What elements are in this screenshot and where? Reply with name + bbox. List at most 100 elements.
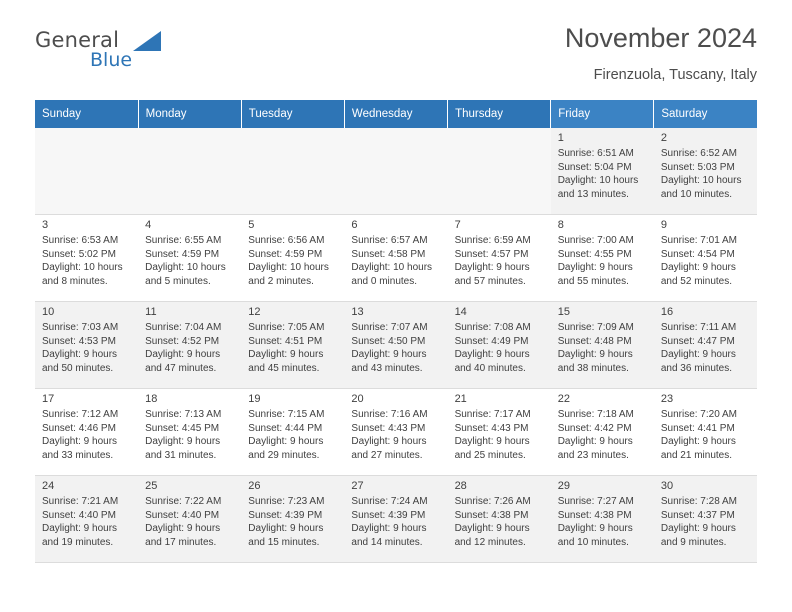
calendar-week-row: 17 Sunrise: 7:12 AM Sunset: 4:46 PM Dayl… (35, 388, 757, 476)
day-cell: 11 Sunrise: 7:04 AM Sunset: 4:52 PM Dayl… (138, 301, 242, 389)
day-sun-info: Sunrise: 6:55 AM Sunset: 4:59 PM Dayligh… (145, 235, 226, 287)
day-cell: 1 Sunrise: 6:51 AM Sunset: 5:04 PM Dayli… (550, 128, 654, 215)
day-sun-info: Sunrise: 7:16 AM Sunset: 4:43 PM Dayligh… (351, 409, 428, 461)
day-cell: 6 Sunrise: 6:57 AM Sunset: 4:58 PM Dayli… (344, 214, 448, 302)
day-cell: 3 Sunrise: 6:53 AM Sunset: 5:02 PM Dayli… (35, 214, 139, 302)
day-sun-info: Sunrise: 7:12 AM Sunset: 4:46 PM Dayligh… (42, 409, 119, 461)
day-sun-info: Sunrise: 6:53 AM Sunset: 5:02 PM Dayligh… (42, 235, 123, 287)
day-sun-info: Sunrise: 7:00 AM Sunset: 4:55 PM Dayligh… (557, 235, 634, 287)
day-cell: 30 Sunrise: 7:28 AM Sunset: 4:37 PM Dayl… (653, 475, 757, 563)
day-sun-info: Sunrise: 7:26 AM Sunset: 4:38 PM Dayligh… (454, 496, 531, 548)
day-sun-info: Sunrise: 7:21 AM Sunset: 4:40 PM Dayligh… (42, 496, 119, 548)
day-number: 7 (454, 219, 461, 231)
day-cell: 25 Sunrise: 7:22 AM Sunset: 4:40 PM Dayl… (138, 475, 242, 563)
title-block: November 2024 Firenzuola, Tuscany, Italy (565, 22, 757, 84)
calendar-body: 1 Sunrise: 6:51 AM Sunset: 5:04 PM Dayli… (35, 128, 757, 563)
day-number: 15 (557, 306, 570, 318)
day-sun-info: Sunrise: 6:59 AM Sunset: 4:57 PM Dayligh… (454, 235, 531, 287)
calendar-page: General Blue November 2024 Firenzuola, T… (0, 0, 792, 612)
weekday-wednesday: Wednesday (344, 100, 449, 128)
day-cell: 15 Sunrise: 7:09 AM Sunset: 4:48 PM Dayl… (550, 301, 654, 389)
logo-blue-text: Blue (90, 49, 133, 71)
day-number: 1 (557, 132, 564, 144)
day-number: 10 (42, 306, 55, 318)
day-cell-empty (447, 128, 551, 215)
calendar-table: Sunday Monday Tuesday Wednesday Thursday… (35, 100, 757, 563)
blue-flag-icon (130, 30, 163, 53)
day-number: 9 (660, 219, 667, 231)
day-sun-info: Sunrise: 7:20 AM Sunset: 4:41 PM Dayligh… (660, 409, 737, 461)
day-cell: 9 Sunrise: 7:01 AM Sunset: 4:54 PM Dayli… (653, 214, 757, 302)
day-sun-info: Sunrise: 7:04 AM Sunset: 4:52 PM Dayligh… (145, 322, 222, 374)
day-number: 5 (248, 219, 255, 231)
weekday-sunday: Sunday (35, 100, 139, 128)
day-number: 11 (145, 306, 157, 318)
day-sun-info: Sunrise: 7:11 AM Sunset: 4:47 PM Dayligh… (660, 322, 737, 374)
day-sun-info: Sunrise: 6:51 AM Sunset: 5:04 PM Dayligh… (557, 148, 639, 200)
day-number: 4 (145, 219, 152, 231)
day-cell: 18 Sunrise: 7:13 AM Sunset: 4:45 PM Dayl… (138, 388, 242, 476)
day-cell: 17 Sunrise: 7:12 AM Sunset: 4:46 PM Dayl… (35, 388, 139, 476)
day-cell: 28 Sunrise: 7:26 AM Sunset: 4:38 PM Dayl… (447, 475, 551, 563)
day-number: 19 (248, 393, 261, 405)
day-sun-info: Sunrise: 7:18 AM Sunset: 4:42 PM Dayligh… (557, 409, 634, 461)
day-cell: 2 Sunrise: 6:52 AM Sunset: 5:03 PM Dayli… (653, 128, 757, 215)
generalblue-logo: General Blue (35, 28, 235, 82)
day-cell: 26 Sunrise: 7:23 AM Sunset: 4:39 PM Dayl… (241, 475, 345, 563)
day-cell: 16 Sunrise: 7:11 AM Sunset: 4:47 PM Dayl… (653, 301, 757, 389)
day-number: 12 (248, 306, 261, 318)
day-sun-info: Sunrise: 6:52 AM Sunset: 5:03 PM Dayligh… (660, 148, 742, 200)
day-sun-info: Sunrise: 7:28 AM Sunset: 4:37 PM Dayligh… (660, 496, 737, 548)
day-sun-info: Sunrise: 7:22 AM Sunset: 4:40 PM Dayligh… (145, 496, 222, 548)
day-number: 16 (660, 306, 674, 318)
day-cell: 4 Sunrise: 6:55 AM Sunset: 4:59 PM Dayli… (138, 214, 242, 302)
day-sun-info: Sunrise: 7:15 AM Sunset: 4:44 PM Dayligh… (248, 409, 325, 461)
day-sun-info: Sunrise: 7:23 AM Sunset: 4:39 PM Dayligh… (248, 496, 325, 548)
day-cell: 23 Sunrise: 7:20 AM Sunset: 4:41 PM Dayl… (653, 388, 757, 476)
calendar-week-row: 10 Sunrise: 7:03 AM Sunset: 4:53 PM Dayl… (35, 301, 757, 389)
day-cell: 19 Sunrise: 7:15 AM Sunset: 4:44 PM Dayl… (241, 388, 345, 476)
day-number: 22 (557, 393, 570, 405)
day-number: 3 (42, 219, 49, 231)
calendar-week-row: 3 Sunrise: 6:53 AM Sunset: 5:02 PM Dayli… (35, 214, 757, 302)
day-sun-info: Sunrise: 7:08 AM Sunset: 4:49 PM Dayligh… (454, 322, 531, 374)
day-sun-info: Sunrise: 7:01 AM Sunset: 4:54 PM Dayligh… (660, 235, 737, 287)
day-sun-info: Sunrise: 7:05 AM Sunset: 4:51 PM Dayligh… (248, 322, 325, 374)
weekday-saturday: Saturday (653, 100, 757, 128)
day-number: 25 (145, 480, 158, 492)
weekday-tuesday: Tuesday (241, 100, 345, 128)
calendar-header-row: Sunday Monday Tuesday Wednesday Thursday… (35, 100, 757, 128)
day-sun-info: Sunrise: 7:07 AM Sunset: 4:50 PM Dayligh… (351, 322, 428, 374)
day-sun-info: Sunrise: 6:57 AM Sunset: 4:58 PM Dayligh… (351, 235, 433, 287)
day-cell-empty (35, 128, 139, 215)
day-cell: 7 Sunrise: 6:59 AM Sunset: 4:57 PM Dayli… (447, 214, 551, 302)
day-number: 13 (351, 306, 364, 318)
day-number: 28 (454, 480, 467, 492)
day-number: 29 (557, 480, 570, 492)
day-cell: 24 Sunrise: 7:21 AM Sunset: 4:40 PM Dayl… (35, 475, 139, 563)
weekday-monday: Monday (138, 100, 242, 128)
day-cell-empty (344, 128, 448, 215)
day-number: 18 (145, 393, 158, 405)
day-cell: 22 Sunrise: 7:18 AM Sunset: 4:42 PM Dayl… (550, 388, 654, 476)
day-sun-info: Sunrise: 7:09 AM Sunset: 4:48 PM Dayligh… (557, 322, 634, 374)
day-number: 24 (42, 480, 55, 492)
day-sun-info: Sunrise: 6:56 AM Sunset: 4:59 PM Dayligh… (248, 235, 329, 287)
day-cell: 8 Sunrise: 7:00 AM Sunset: 4:55 PM Dayli… (550, 214, 654, 302)
day-sun-info: Sunrise: 7:13 AM Sunset: 4:45 PM Dayligh… (145, 409, 222, 461)
weekday-thursday: Thursday (447, 100, 552, 128)
day-sun-info: Sunrise: 7:17 AM Sunset: 4:43 PM Dayligh… (454, 409, 531, 461)
calendar-week-row: 1 Sunrise: 6:51 AM Sunset: 5:04 PM Dayli… (35, 128, 757, 215)
day-number: 27 (351, 480, 364, 492)
page-title: November 2024 (564, 23, 757, 53)
day-number: 17 (42, 393, 55, 405)
day-cell: 12 Sunrise: 7:05 AM Sunset: 4:51 PM Dayl… (241, 301, 345, 389)
day-cell: 13 Sunrise: 7:07 AM Sunset: 4:50 PM Dayl… (344, 301, 448, 389)
day-cell: 20 Sunrise: 7:16 AM Sunset: 4:43 PM Dayl… (344, 388, 448, 476)
day-cell: 21 Sunrise: 7:17 AM Sunset: 4:43 PM Dayl… (447, 388, 551, 476)
day-cell: 29 Sunrise: 7:27 AM Sunset: 4:38 PM Dayl… (550, 475, 654, 563)
day-cell: 14 Sunrise: 7:08 AM Sunset: 4:49 PM Dayl… (447, 301, 551, 389)
day-sun-info: Sunrise: 7:24 AM Sunset: 4:39 PM Dayligh… (351, 496, 428, 548)
day-cell: 10 Sunrise: 7:03 AM Sunset: 4:53 PM Dayl… (35, 301, 139, 389)
day-cell: 5 Sunrise: 6:56 AM Sunset: 4:59 PM Dayli… (241, 214, 345, 302)
